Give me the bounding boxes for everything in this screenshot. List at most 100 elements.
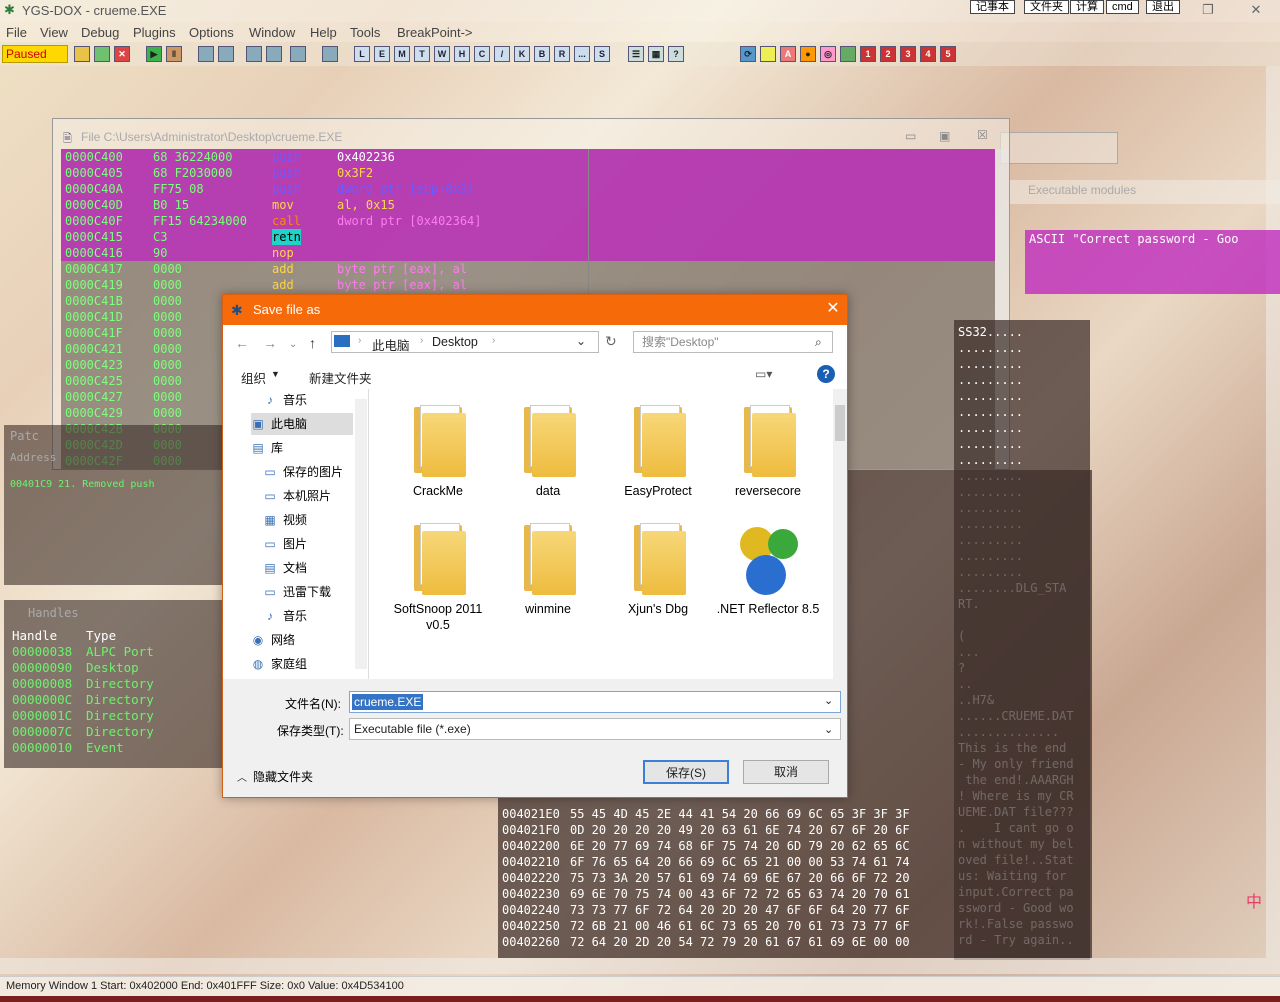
up-arrow-icon[interactable]: ↑ — [309, 335, 316, 351]
bookmark-button-5[interactable]: 5 — [940, 46, 956, 62]
back-arrow-icon[interactable]: ← — [235, 335, 249, 351]
window-button-12[interactable]: S — [594, 46, 610, 62]
nav-item[interactable]: ◍ 家庭组 — [251, 653, 353, 675]
new-folder-button[interactable]: 新建文件夹 — [309, 368, 372, 387]
nav-item[interactable]: ♪ 音乐 — [263, 605, 353, 627]
window-button-9[interactable]: B — [534, 46, 550, 62]
refresh-icon[interactable]: ⟳ — [740, 46, 756, 62]
menu-options[interactable]: Options — [189, 25, 234, 40]
pause-plugin-icon[interactable] — [760, 46, 776, 62]
breadcrumb-desktop[interactable]: Desktop — [432, 335, 478, 349]
save-button[interactable]: 保存(S) — [643, 760, 729, 784]
trace-over-icon[interactable] — [266, 46, 282, 62]
dialog-close-icon[interactable]: ✕ — [823, 299, 843, 319]
bookmark-button-4[interactable]: 4 — [920, 46, 936, 62]
circle-icon[interactable]: ● — [800, 46, 816, 62]
exit-button[interactable]: 退出 — [1146, 0, 1180, 14]
trace-into-icon[interactable] — [246, 46, 262, 62]
disasm-row[interactable]: 0000C400 68 36224000 push 0x402236 — [61, 149, 995, 165]
file-item[interactable]: CrackMe — [385, 403, 491, 499]
type-column-header[interactable]: Type — [86, 628, 116, 643]
bookmark-button-2[interactable]: 2 — [880, 46, 896, 62]
nav-item[interactable]: ▭ 图片 — [263, 533, 353, 555]
bookmark-button-1[interactable]: 1 — [860, 46, 876, 62]
file-list-scrollbar[interactable] — [833, 389, 847, 679]
target-icon[interactable]: ◎ — [820, 46, 836, 62]
address-bar[interactable]: › 此电脑 › Desktop › ⌄ — [331, 331, 599, 353]
disasm-row[interactable]: 0000C417 0000 add byte ptr [eax], al — [61, 261, 995, 277]
window-button-1[interactable]: E — [374, 46, 390, 62]
hide-folders-chevron-icon[interactable]: ︿ — [237, 769, 247, 784]
cancel-button[interactable]: 取消 — [743, 760, 829, 784]
window-button-0[interactable]: L — [354, 46, 370, 62]
menu-help[interactable]: Help — [310, 25, 337, 40]
horizontal-scrollbar[interactable] — [0, 958, 1280, 974]
pause-icon[interactable]: ‖ — [166, 46, 182, 62]
window-button-8[interactable]: K — [514, 46, 530, 62]
disasm-row[interactable]: 0000C405 68 F2030000 push 0x3F2 — [61, 165, 995, 181]
filename-dropdown-icon[interactable]: ⌄ — [824, 694, 833, 707]
organize-menu[interactable]: 组织 — [241, 368, 266, 387]
refresh-icon[interactable]: ↻ — [605, 333, 617, 350]
scroll-thumb[interactable] — [835, 405, 845, 441]
disasm-row[interactable]: 0000C419 0000 add byte ptr [eax], al — [61, 277, 995, 293]
nav-item[interactable]: ▤ 库 — [251, 437, 353, 459]
file-item[interactable]: Xjun's Dbg — [605, 521, 711, 617]
file-item[interactable]: SoftSnoop 2011 v0.5 — [385, 521, 491, 633]
window-button-3[interactable]: T — [414, 46, 430, 62]
filetype-dropdown-icon[interactable]: ⌄ — [824, 720, 833, 740]
window-button-7[interactable]: / — [494, 46, 510, 62]
close-icon[interactable]: ✕ — [1246, 2, 1266, 18]
menu-view[interactable]: View — [40, 25, 68, 40]
patch-row[interactable]: 00401C9 21. Removed push — [10, 479, 155, 490]
cpu-close-icon[interactable]: ☒ — [977, 128, 988, 142]
menu-tools[interactable]: Tools — [350, 25, 380, 40]
menu-plugins[interactable]: Plugins — [133, 25, 176, 40]
help-icon[interactable]: ? — [668, 46, 684, 62]
disasm-row[interactable]: 0000C40A FF75 08 push dword ptr [ebp+0x8] — [61, 181, 995, 197]
file-item[interactable]: reversecore — [715, 403, 821, 499]
nav-item[interactable]: ♪ 音乐 — [263, 389, 353, 411]
filetype-select[interactable]: Executable file (*.exe) ⌄ — [349, 718, 841, 740]
organize-dropdown-icon[interactable]: ▼ — [271, 369, 280, 379]
window-button-2[interactable]: M — [394, 46, 410, 62]
restart-icon[interactable] — [94, 46, 110, 62]
disasm-row[interactable]: 0000C416 90 nop — [61, 245, 995, 261]
step-into-icon[interactable] — [198, 46, 214, 62]
nav-item[interactable]: ▤ 文档 — [263, 557, 353, 579]
a-icon[interactable]: A — [780, 46, 796, 62]
window-button-4[interactable]: W — [434, 46, 450, 62]
hide-folders-toggle[interactable]: 隐藏文件夹 — [253, 768, 313, 785]
notepad-button[interactable]: 记事本 — [970, 0, 1015, 14]
ime-badge[interactable]: 中 — [1246, 888, 1272, 914]
menu-breakpoint[interactable]: BreakPoint-> — [397, 25, 473, 40]
list-icon[interactable]: ☰ — [628, 46, 644, 62]
search-input[interactable]: 搜索"Desktop" — [633, 331, 833, 353]
disasm-row[interactable]: 0000C40F FF15 64234000 call dword ptr [0x40… — [61, 213, 995, 229]
folder-button[interactable]: 文件夹 — [1024, 0, 1069, 14]
menu-debug[interactable]: Debug — [81, 25, 119, 40]
bookmark-button-3[interactable]: 3 — [900, 46, 916, 62]
maximize-icon[interactable]: ▣ — [939, 129, 950, 143]
close-debuggee-icon[interactable]: ✕ — [114, 46, 130, 62]
step-over-icon[interactable] — [218, 46, 234, 62]
execute-till-return-icon[interactable] — [290, 46, 306, 62]
open-icon[interactable] — [74, 46, 90, 62]
file-item[interactable]: EasyProtect — [605, 403, 711, 499]
address-dropdown-icon[interactable]: ⌄ — [576, 334, 586, 348]
window-button-11[interactable]: ... — [574, 46, 590, 62]
plugin-icon[interactable] — [840, 46, 856, 62]
view-options-icon[interactable]: ▭▾ — [755, 367, 772, 381]
goto-icon[interactable] — [322, 46, 338, 62]
file-item[interactable]: winmine — [495, 521, 601, 617]
minimize-icon[interactable]: ▭ — [905, 129, 916, 143]
forward-arrow-icon[interactable]: → — [263, 335, 277, 351]
nav-item[interactable]: ▣ 此电脑 — [251, 413, 353, 435]
file-item[interactable]: data — [495, 403, 601, 499]
nav-item[interactable]: ▭ 迅雷下载 — [263, 581, 353, 603]
menu-file[interactable]: File — [6, 25, 27, 40]
nav-item[interactable]: ▦ 视频 — [263, 509, 353, 531]
grid-icon[interactable]: ▦ — [648, 46, 664, 62]
handle-column-header[interactable]: Handle — [12, 628, 57, 643]
nav-item[interactable]: ▭ 保存的图片 — [263, 461, 353, 483]
